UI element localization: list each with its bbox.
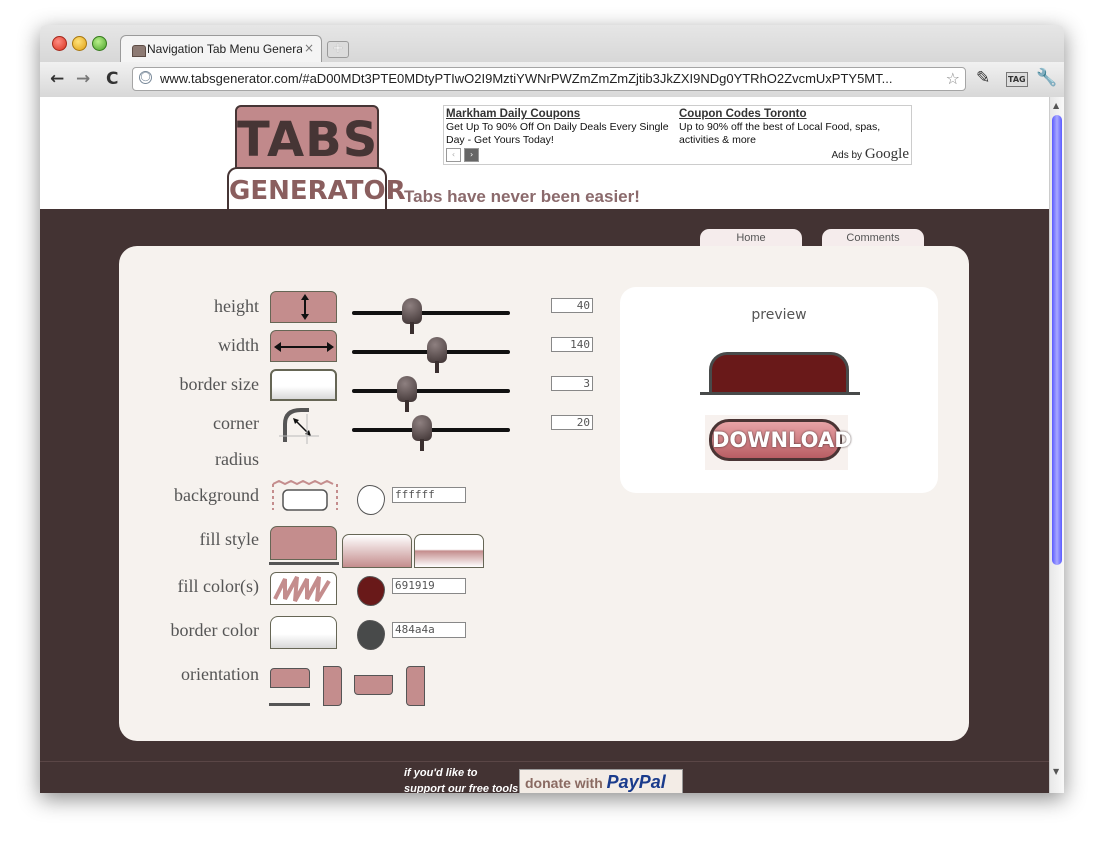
- corner-label: corner: [213, 413, 259, 433]
- border-color-swatch[interactable]: [357, 620, 385, 650]
- wrench-icon[interactable]: 🔧: [1036, 68, 1057, 88]
- preview-label: preview: [751, 307, 807, 323]
- orientation-bottom-option[interactable]: [354, 675, 393, 695]
- fill-color-icon: [270, 572, 337, 605]
- page-content: TABS GENERATOR Tabs have never been easi…: [40, 97, 1049, 793]
- ad-text: Get Up To 90% Off On Daily Deals Every S…: [446, 121, 669, 146]
- fill-style-label: fill style: [199, 529, 260, 549]
- browser-window: Navigation Tab Menu Genera × + ← → C ◯ w…: [40, 25, 1064, 793]
- fill-style-selected-indicator: [269, 562, 339, 565]
- back-icon[interactable]: ←: [50, 69, 64, 89]
- paypal-donate-button[interactable]: donate with PayPal: [519, 769, 683, 793]
- ad-banner: Markham Daily Coupons Get Up To 90% Off …: [443, 105, 912, 165]
- scroll-down-arrow-icon[interactable]: ▼: [1053, 767, 1059, 776]
- scrollbar-thumb[interactable]: [1052, 115, 1062, 565]
- google-label: Google: [864, 146, 909, 162]
- border-color-icon: [270, 616, 337, 649]
- tagline: Tabs have never been easier!: [404, 187, 640, 206]
- width-icon: [270, 330, 337, 362]
- fill-style-glossy-option[interactable]: [414, 534, 484, 568]
- download-button-frame[interactable]: DOWNLOAD: [705, 415, 852, 470]
- border-color-label: border color: [170, 620, 259, 640]
- logo-tabs[interactable]: TABS: [235, 105, 379, 175]
- border-size-slider[interactable]: [352, 389, 510, 393]
- ads-by-label: Ads by: [831, 150, 863, 161]
- orientation-label: orientation: [181, 664, 259, 684]
- tab-favicon-icon: [132, 45, 146, 57]
- tab-close-icon[interactable]: ×: [304, 41, 314, 55]
- ad-item[interactable]: Coupon Codes Toronto Up to 90% off the b…: [679, 108, 904, 147]
- orientation-right-option[interactable]: [323, 666, 342, 706]
- height-icon: [270, 291, 337, 323]
- height-label: height: [214, 296, 259, 316]
- ad-next-button[interactable]: ›: [464, 148, 479, 162]
- width-label: width: [217, 335, 259, 355]
- minimize-window-button[interactable]: [72, 36, 87, 51]
- fill-color-input[interactable]: 691919: [392, 578, 466, 594]
- corner-radius-value[interactable]: 20: [551, 415, 593, 430]
- preview-tab: [709, 352, 849, 392]
- preview-panel: preview DOWNLOAD: [620, 287, 938, 493]
- background-color-input[interactable]: ffffff: [392, 487, 466, 503]
- ad-title[interactable]: Markham Daily Coupons: [446, 108, 671, 121]
- ad-title[interactable]: Coupon Codes Toronto: [679, 108, 904, 121]
- tag-extension-icon[interactable]: TAG: [1006, 72, 1028, 87]
- fill-color-label: fill color(s): [177, 576, 259, 596]
- ads-by-google[interactable]: Ads by Google: [831, 146, 909, 163]
- globe-icon: ◯: [139, 71, 152, 84]
- nav-home[interactable]: Home: [700, 229, 802, 247]
- border-size-icon: [270, 369, 337, 401]
- background-color-swatch[interactable]: [357, 485, 385, 515]
- reload-icon[interactable]: C: [106, 69, 118, 89]
- ad-item[interactable]: Markham Daily Coupons Get Up To 90% Off …: [446, 108, 671, 147]
- address-bar[interactable]: ◯ www.tabsgenerator.com/#aD00MDt3PTE0MDt…: [132, 67, 966, 91]
- ad-text: Up to 90% off the best of Local Food, sp…: [679, 121, 881, 146]
- width-value[interactable]: 140: [551, 337, 593, 352]
- donate-with-label: donate with: [525, 775, 603, 791]
- tab-title: Navigation Tab Menu Genera: [147, 42, 302, 56]
- donate-text: if you'd like to support our free tools: [404, 765, 518, 793]
- new-tab-button[interactable]: +: [327, 41, 349, 58]
- height-value[interactable]: 40: [551, 298, 593, 313]
- close-window-button[interactable]: [52, 36, 67, 51]
- site-header: TABS GENERATOR Tabs have never been easi…: [40, 97, 1049, 213]
- border-color-input[interactable]: 484a4a: [392, 622, 466, 638]
- donate-line-1: if you'd like to: [404, 767, 478, 779]
- fill-style-solid-option[interactable]: [270, 526, 337, 560]
- background-label: background: [174, 485, 259, 505]
- height-slider[interactable]: [352, 311, 510, 315]
- footer-divider: [40, 761, 1049, 762]
- download-button[interactable]: DOWNLOAD: [709, 419, 852, 461]
- radius-label: radius: [215, 449, 259, 469]
- donate-line-2: support our free tools: [404, 783, 519, 793]
- vertical-scrollbar[interactable]: ▲ ▼: [1049, 97, 1064, 793]
- logo-generator[interactable]: GENERATOR: [227, 167, 406, 213]
- preview-base-line: [700, 392, 860, 395]
- scroll-up-arrow-icon[interactable]: ▲: [1053, 101, 1059, 110]
- orientation-left-option[interactable]: [406, 666, 425, 706]
- bookmark-star-icon[interactable]: ☆: [946, 69, 960, 88]
- browser-chrome: Navigation Tab Menu Genera × + ← → C ◯ w…: [40, 25, 1064, 98]
- forward-icon[interactable]: →: [76, 69, 90, 89]
- border-size-label: border size: [179, 374, 259, 394]
- orientation-top-option[interactable]: [270, 668, 310, 688]
- border-size-value[interactable]: 3: [551, 376, 593, 391]
- paypal-logo: PayPal: [606, 772, 666, 792]
- zoom-window-button[interactable]: [92, 36, 107, 51]
- background-icon: [272, 480, 338, 511]
- browser-toolbar: ← → C ◯ www.tabsgenerator.com/#aD00MDt3P…: [40, 62, 1064, 97]
- browser-tab[interactable]: Navigation Tab Menu Genera ×: [120, 35, 322, 63]
- url-text[interactable]: www.tabsgenerator.com/#aD00MDt3PTE0MDtyP…: [160, 71, 935, 86]
- ad-prev-button[interactable]: ‹: [446, 148, 461, 162]
- orientation-selected-indicator: [269, 703, 310, 706]
- nav-comments[interactable]: Comments: [822, 229, 924, 247]
- fill-style-gradient-option[interactable]: [342, 534, 412, 568]
- extension-icon[interactable]: ✎: [976, 68, 990, 88]
- fill-color-swatch[interactable]: [357, 576, 385, 606]
- corner-radius-icon: [279, 408, 319, 444]
